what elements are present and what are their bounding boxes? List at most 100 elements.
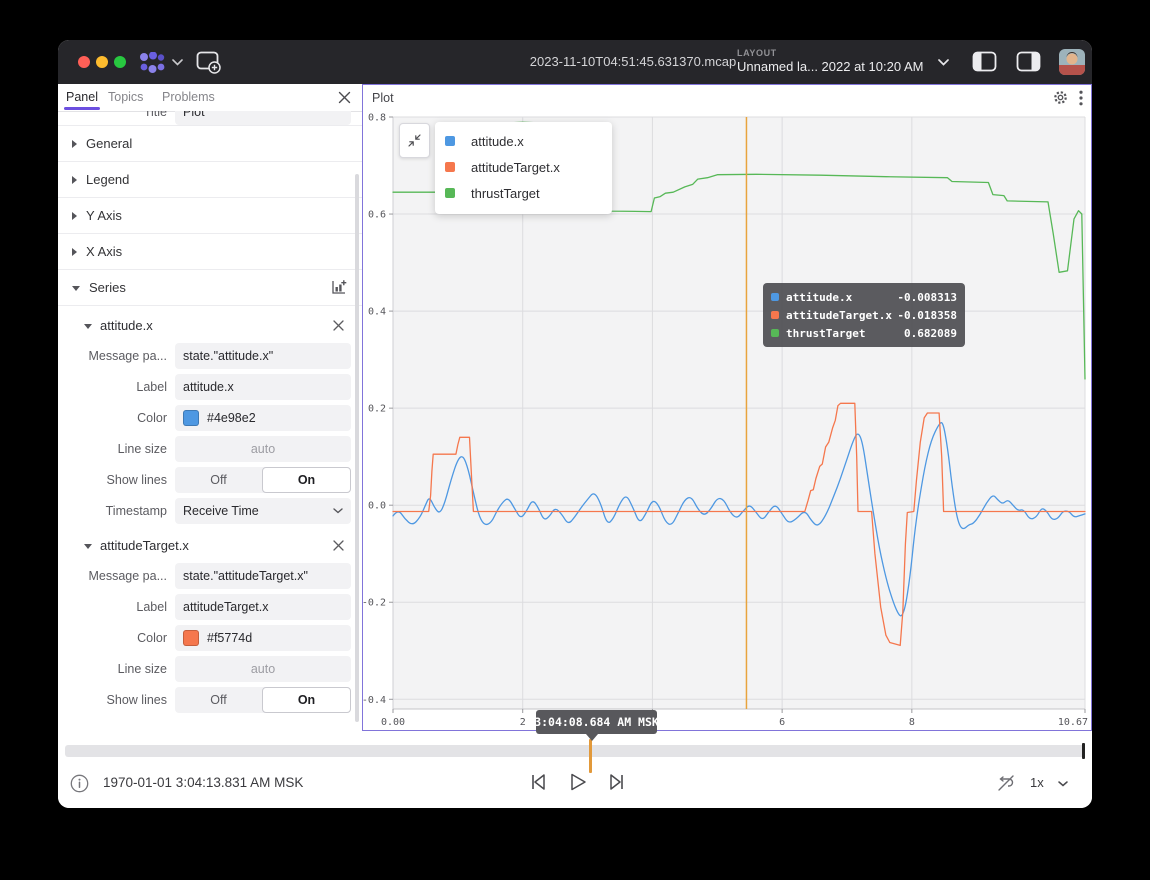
legend-item-attitude.x[interactable]: attitude.x <box>435 128 612 154</box>
speed-chevron-icon[interactable] <box>1058 781 1068 787</box>
section-legend[interactable]: Legend <box>58 162 362 198</box>
field-label: Label <box>58 600 175 614</box>
section-x-axis[interactable]: X Axis <box>58 234 362 270</box>
legend-swatch <box>445 136 455 146</box>
seek-forward-button[interactable] <box>607 771 627 793</box>
toggle-option-on[interactable]: On <box>262 467 351 493</box>
field-value: auto <box>251 662 275 676</box>
x-tick-label: 0.00 <box>381 717 405 728</box>
x-tick-label: 10.67 <box>1058 717 1088 728</box>
scrubber-playhead[interactable] <box>589 739 592 773</box>
info-icon[interactable] <box>70 774 89 793</box>
playback-controls: 1970-01-01 3:04:13.831 AM MSK 1x <box>58 762 1092 808</box>
color-swatch[interactable] <box>183 410 199 426</box>
show-lines-toggle[interactable]: OffOn <box>175 467 351 493</box>
user-avatar[interactable] <box>1059 49 1085 75</box>
field-input[interactable]: auto <box>175 436 351 462</box>
field-input[interactable]: #f5774d <box>175 625 351 651</box>
title-bar: 2023-11-10T04:51:45.631370.mcap LAYOUT U… <box>58 40 1092 84</box>
field-input[interactable]: attitude.x <box>175 374 351 400</box>
scrubber-end-marker <box>1082 743 1085 759</box>
left-sidebar: Panel Topics Problems Title Plot General… <box>58 84 363 731</box>
chevron-down-icon <box>72 286 80 291</box>
legend-label: thrustTarget <box>471 186 540 201</box>
field-input[interactable]: Receive Time <box>175 498 351 524</box>
field-row-show-lines: Show linesOffOn <box>58 464 362 495</box>
layout-name[interactable]: Unnamed la... 2022 at 10:20 AM <box>737 59 923 74</box>
scrubber-time-tooltip: 3:04:08.684 AM MSK <box>536 710 657 734</box>
tab-problems[interactable]: Problems <box>162 84 215 110</box>
field-input[interactable]: #4e98e2 <box>175 405 351 431</box>
field-label: Line size <box>58 662 175 676</box>
chevron-right-icon <box>72 248 77 256</box>
series-header[interactable]: attitudeTarget.x <box>58 530 362 560</box>
panel-settings-scroll[interactable]: Title Plot General Legend Y Axis X Axis <box>58 111 362 731</box>
play-button[interactable] <box>569 771 587 793</box>
close-sidebar-icon[interactable] <box>337 90 352 105</box>
tab-panel[interactable]: Panel <box>66 84 98 110</box>
plot-legend[interactable]: attitude.x attitudeTarget.x thrustTarget <box>435 122 612 214</box>
chart-hover-tooltip: attitude.x-0.008313attitudeTarget.x-0.01… <box>763 283 965 347</box>
series-name: attitude.x <box>100 318 153 333</box>
y-tick-label: -0.2 <box>363 598 386 609</box>
chevron-down-icon <box>84 544 92 549</box>
field-row-timestamp: TimestampReceive Time <box>58 495 362 526</box>
field-value: attitudeTarget.x <box>183 600 268 614</box>
series-group-attitudeTarget.x: attitudeTarget.xMessage pa...state."atti… <box>58 530 362 715</box>
legend-label: attitude.x <box>471 134 524 149</box>
title-field-row-clipped: Title Plot <box>58 111 362 126</box>
series-list: attitude.xMessage pa...state."attitude.x… <box>58 310 362 715</box>
toggle-left-sidebar-icon[interactable] <box>972 51 997 72</box>
y-tick-label: 0.4 <box>368 307 386 318</box>
collapse-legend-button[interactable] <box>399 123 430 158</box>
toggle-option-off[interactable]: Off <box>175 687 262 713</box>
layout-eyebrow: LAYOUT <box>737 48 777 58</box>
y-tick-label: 0.8 <box>368 113 386 124</box>
loop-off-icon[interactable] <box>996 773 1016 793</box>
sidebar-scrollbar[interactable] <box>355 174 359 722</box>
y-tick-label: -0.4 <box>363 695 386 706</box>
color-swatch[interactable] <box>183 630 199 646</box>
app-menu-chevron-icon[interactable] <box>172 59 183 66</box>
toggle-option-on[interactable]: On <box>262 687 351 713</box>
maximize-window-button[interactable] <box>114 56 126 68</box>
section-y-axis[interactable]: Y Axis <box>58 198 362 234</box>
toggle-right-sidebar-icon[interactable] <box>1016 51 1041 72</box>
remove-series-icon[interactable] <box>332 539 345 552</box>
toggle-option-off[interactable]: Off <box>175 467 262 493</box>
title-field-input[interactable]: Plot <box>175 111 351 125</box>
chevron-right-icon <box>72 176 77 184</box>
legend-swatch <box>445 188 455 198</box>
tab-topics[interactable]: Topics <box>108 84 143 110</box>
tooltip-value: 0.682089 <box>904 327 957 340</box>
field-row-message-pa-: Message pa...state."attitudeTarget.x" <box>58 560 362 591</box>
add-panel-icon[interactable] <box>196 51 222 74</box>
playback-scrubber[interactable] <box>65 745 1085 757</box>
layout-chevron-icon[interactable] <box>938 59 949 66</box>
field-row-color: Color#f5774d <box>58 622 362 653</box>
plot-panel[interactable]: Plot 0.80.60.40.20.0-0.2-0.40.00246810.6… <box>362 84 1092 731</box>
close-window-button[interactable] <box>78 56 90 68</box>
seek-backward-button[interactable] <box>528 771 548 793</box>
field-input[interactable]: attitudeTarget.x <box>175 594 351 620</box>
tooltip-row-thrustTarget: thrustTarget0.682089 <box>771 324 957 342</box>
series-header[interactable]: attitude.x <box>58 310 362 340</box>
field-input[interactable]: state."attitudeTarget.x" <box>175 563 351 589</box>
field-input[interactable]: state."attitude.x" <box>175 343 351 369</box>
x-tick-label: 2 <box>520 717 526 728</box>
minimize-window-button[interactable] <box>96 56 108 68</box>
field-input[interactable]: auto <box>175 656 351 682</box>
show-lines-toggle[interactable]: OffOn <box>175 687 351 713</box>
foxglove-logo <box>138 52 166 74</box>
remove-series-icon[interactable] <box>332 319 345 332</box>
add-series-icon[interactable] <box>331 279 348 296</box>
legend-item-attitudeTarget.x[interactable]: attitudeTarget.x <box>435 154 612 180</box>
section-general[interactable]: General <box>58 126 362 162</box>
screen: { "titlebar": { "filename": "2023-11-10T… <box>0 0 1150 880</box>
playback-speed[interactable]: 1x <box>1030 775 1044 790</box>
tooltip-swatch <box>771 329 779 337</box>
field-value: state."attitude.x" <box>183 349 273 363</box>
legend-item-thrustTarget[interactable]: thrustTarget <box>435 180 612 206</box>
section-series[interactable]: Series <box>58 270 362 306</box>
field-label: Label <box>58 380 175 394</box>
